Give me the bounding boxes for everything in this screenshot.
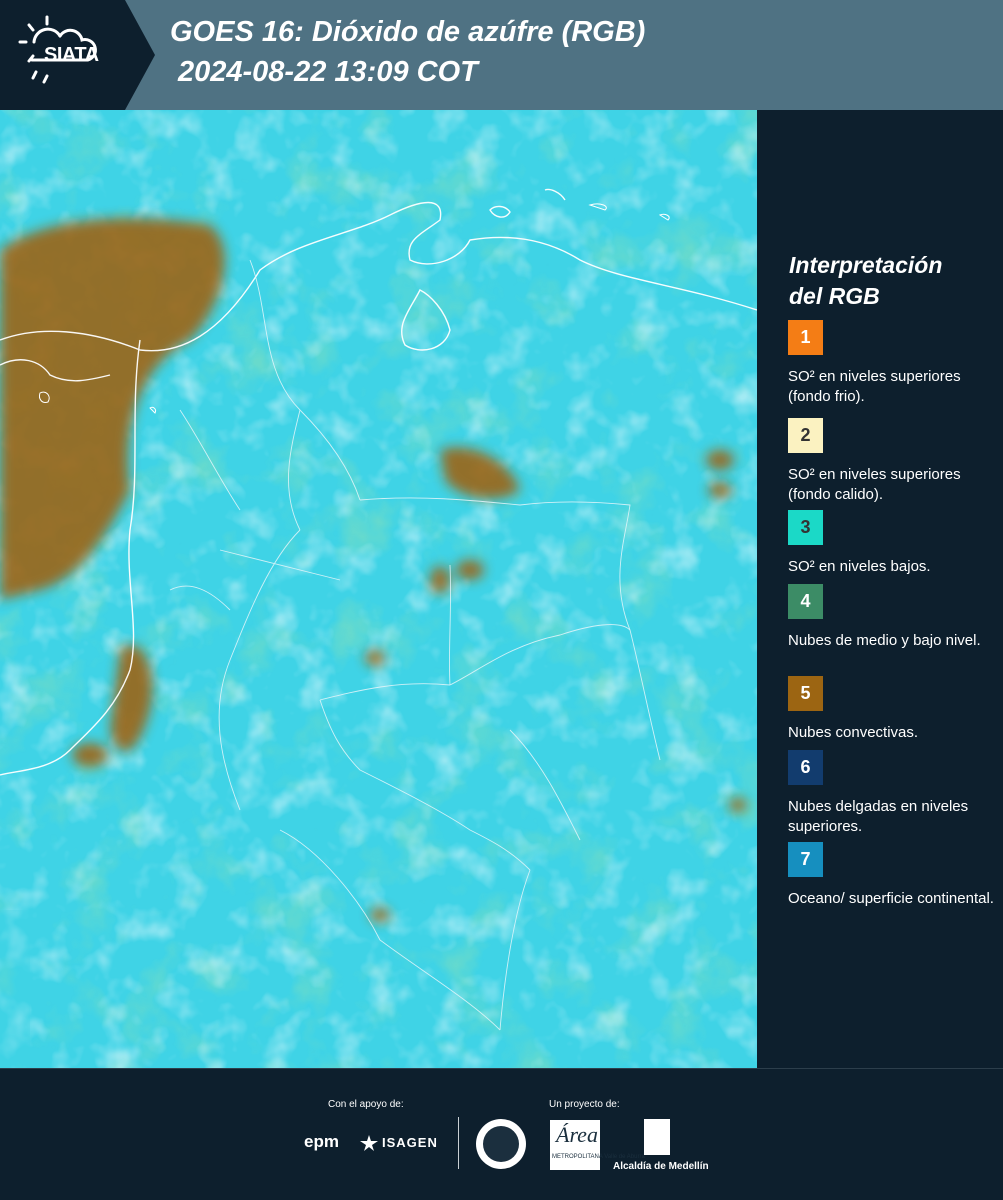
legend-number: 5 bbox=[800, 683, 811, 703]
legend-panel: Interpretación del RGB 1 SO² en niveles … bbox=[757, 110, 1003, 1068]
legend-number: 2 bbox=[800, 425, 811, 445]
legend-swatch: 7 bbox=[788, 842, 823, 877]
support-label: Con el apoyo de: bbox=[328, 1099, 404, 1110]
legend-swatch: 6 bbox=[788, 750, 823, 785]
legend-label: Nubes de medio y bajo nivel. bbox=[788, 632, 981, 649]
legend-number: 1 bbox=[800, 327, 811, 347]
medellin-seal-icon bbox=[476, 1119, 526, 1169]
legend-number: 7 bbox=[800, 849, 811, 869]
isagen-logo: ISAGEN bbox=[382, 1135, 438, 1150]
legend-swatch: 1 bbox=[788, 320, 823, 355]
legend-item-7: 7 Oceano/ superficie continental. bbox=[788, 842, 998, 909]
legend-swatch: 5 bbox=[788, 676, 823, 711]
alcaldia-logo-text: Alcaldía de Medellín bbox=[613, 1161, 709, 1172]
legend-title-line-2: del RGB bbox=[789, 283, 880, 309]
header-bar: SIATA GOES 16: Dióxido de azúfre (RGB) 2… bbox=[0, 0, 1003, 110]
area-logo-subtext: METROPOLITANA Valle de Aburrá bbox=[552, 1154, 645, 1160]
siata-logo: SIATA bbox=[0, 0, 155, 110]
project-label: Un proyecto de: bbox=[549, 1099, 620, 1110]
area-logo-text: Área bbox=[556, 1122, 598, 1147]
legend-title: Interpretación del RGB bbox=[789, 250, 989, 312]
legend-label: SO² en niveles superiores (fondo calido)… bbox=[788, 466, 961, 503]
alcaldia-shield-icon bbox=[644, 1119, 670, 1155]
legend-swatch: 4 bbox=[788, 584, 823, 619]
legend-label: SO² en niveles superiores (fondo frio). bbox=[788, 368, 961, 405]
satellite-image bbox=[0, 110, 757, 1068]
timestamp: 2024-08-22 13:09 COT bbox=[178, 56, 478, 88]
legend-label: Nubes delgadas en niveles superiores. bbox=[788, 798, 969, 835]
legend-item-1: 1 SO² en niveles superiores (fondo frio)… bbox=[788, 320, 998, 407]
legend-number: 4 bbox=[800, 591, 811, 611]
legend-item-3: 3 SO² en niveles bajos. bbox=[788, 510, 998, 577]
legend-item-5: 5 Nubes convectivas. bbox=[788, 676, 998, 743]
legend-item-4: 4 Nubes de medio y bajo nivel. bbox=[788, 584, 998, 651]
legend-swatch: 3 bbox=[788, 510, 823, 545]
page-title: GOES 16: Dióxido de azúfre (RGB) bbox=[170, 16, 646, 48]
legend-title-line-1: Interpretación bbox=[789, 252, 943, 278]
legend-label: SO² en niveles bajos. bbox=[788, 558, 931, 575]
legend-number: 6 bbox=[800, 757, 811, 777]
legend-number: 3 bbox=[800, 517, 811, 537]
legend-item-6: 6 Nubes delgadas en niveles superiores. bbox=[788, 750, 998, 837]
footer: Con el apoyo de: Un proyecto de: epm ISA… bbox=[0, 1068, 1003, 1200]
legend-swatch: 2 bbox=[788, 418, 823, 453]
legend-item-2: 2 SO² en niveles superiores (fondo calid… bbox=[788, 418, 998, 505]
isagen-icon bbox=[360, 1135, 378, 1151]
epm-logo: epm bbox=[304, 1132, 339, 1151]
footer-divider bbox=[458, 1117, 459, 1169]
siata-logo-text: SIATA bbox=[44, 44, 99, 66]
legend-label: Oceano/ superficie continental. bbox=[788, 890, 994, 907]
area-metropolitana-logo: Área METROPOLITANA Valle de Aburrá bbox=[550, 1120, 645, 1170]
legend-label: Nubes convectivas. bbox=[788, 724, 919, 741]
